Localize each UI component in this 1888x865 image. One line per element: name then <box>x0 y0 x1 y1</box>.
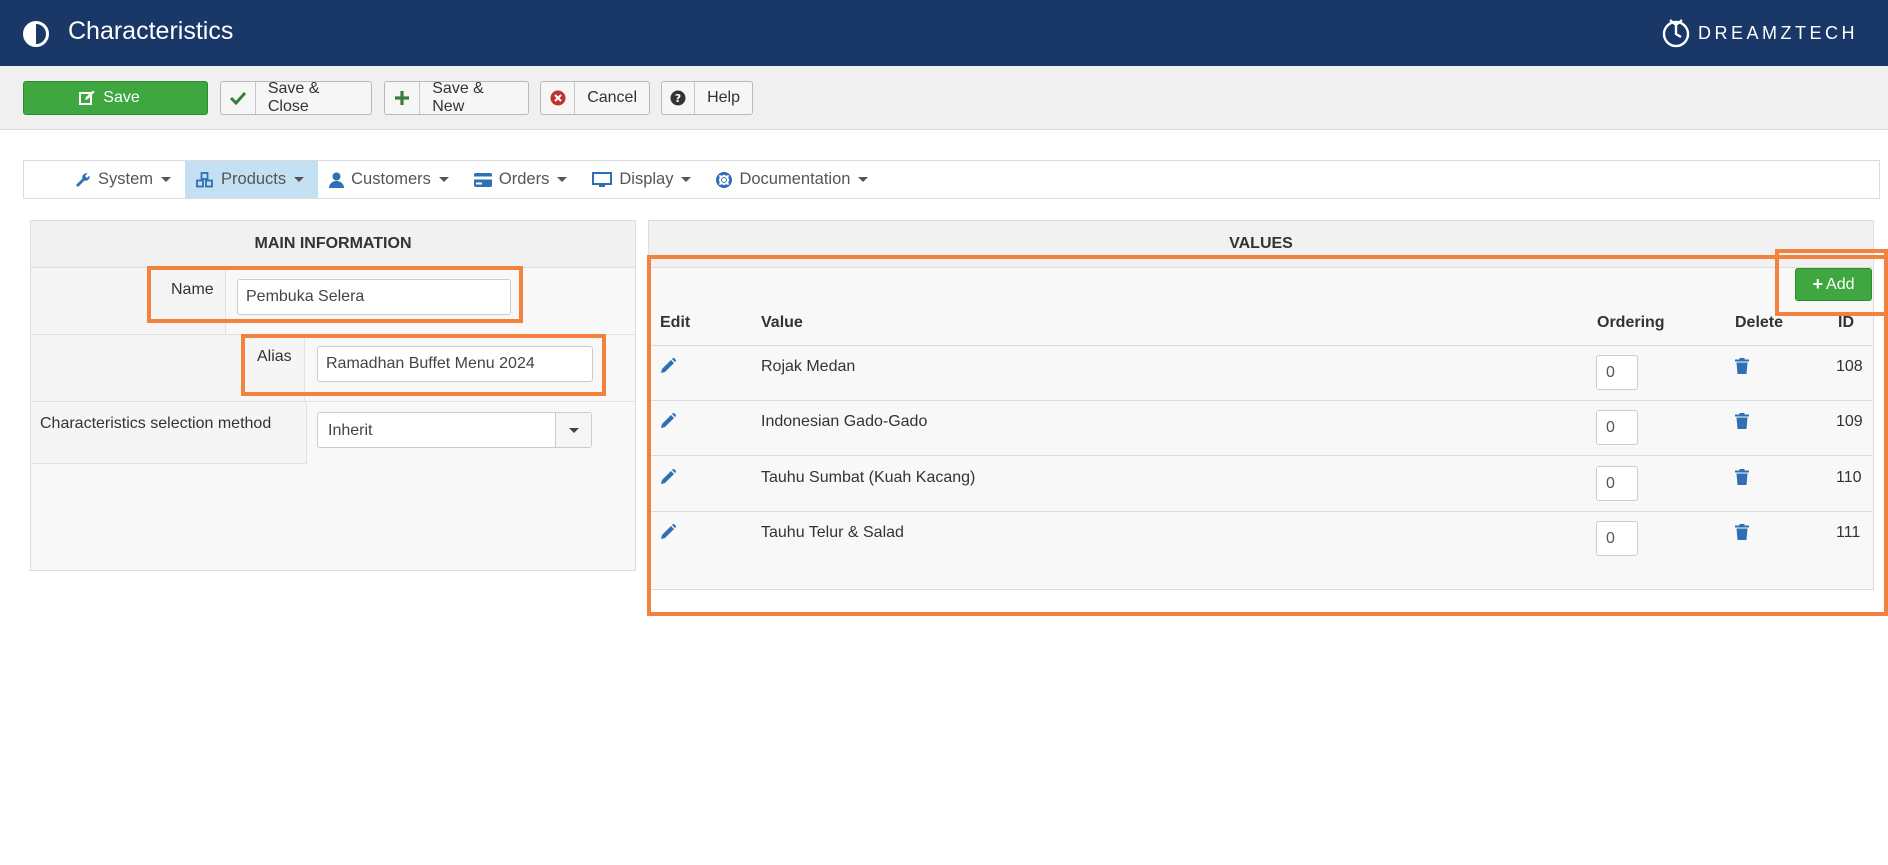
menu-label-documentation: Documentation <box>739 170 851 188</box>
lifebuoy-icon <box>716 171 733 188</box>
plus-icon <box>385 82 421 114</box>
menu-item-display[interactable]: Display <box>581 161 705 198</box>
name-input[interactable]: Pembuka Selera <box>237 279 511 315</box>
menu-item-documentation[interactable]: Documentation <box>705 161 882 198</box>
ordering-input[interactable]: 0 <box>1596 355 1638 390</box>
column-header-id: ID <box>1838 314 1854 331</box>
value-cell: Tauhu Telur & Salad <box>761 524 904 541</box>
value-cell: Tauhu Sumbat (Kuah Kacang) <box>761 469 976 486</box>
column-header-value: Value <box>761 314 803 331</box>
user-icon <box>329 172 345 188</box>
page-title: Characteristics <box>68 17 234 45</box>
name-label: Name <box>171 281 214 298</box>
pencil-icon[interactable] <box>660 358 676 374</box>
add-label: Add <box>1826 275 1855 293</box>
menu-item-system[interactable]: System <box>64 161 185 198</box>
menu-item-customers[interactable]: Customers <box>318 161 463 198</box>
add-value-button[interactable]: + Add <box>1795 268 1872 301</box>
chevron-down-icon <box>161 177 172 182</box>
id-cell: 110 <box>1836 469 1862 486</box>
ordering-input[interactable]: 0 <box>1596 521 1638 556</box>
values-heading: VALUES <box>649 221 1873 268</box>
pencil-icon[interactable] <box>660 524 676 540</box>
cubes-icon <box>196 171 214 188</box>
chevron-down-icon <box>681 177 692 182</box>
save-label: Save <box>103 89 140 106</box>
contrast-icon <box>23 21 49 47</box>
save-new-button[interactable]: Save & New <box>384 80 529 115</box>
value-cell: Rojak Medan <box>761 358 856 375</box>
selection-method-label: Characteristics selection method <box>40 415 272 432</box>
cancel-label: Cancel <box>587 89 637 106</box>
selection-method-select[interactable]: Inherit <box>317 412 592 448</box>
credit-card-icon <box>473 172 492 187</box>
menu-label-products: Products <box>221 170 287 188</box>
pencil-icon[interactable] <box>660 469 676 485</box>
column-header-ordering: Ordering <box>1597 314 1665 331</box>
menu-item-products[interactable]: Products <box>185 161 319 198</box>
trash-icon[interactable] <box>1735 358 1749 374</box>
alias-label: Alias <box>257 348 292 365</box>
brand-logo: DREAMZTECH <box>1660 16 1858 50</box>
menu-label-system: System <box>98 170 154 188</box>
trash-icon[interactable] <box>1735 524 1749 540</box>
main-menu: System Products Customers Orders Display… <box>23 160 1880 199</box>
cancel-button[interactable]: Cancel <box>540 81 650 115</box>
check-icon <box>221 82 256 114</box>
column-header-edit: Edit <box>660 314 691 331</box>
help-button[interactable]: ? Help <box>661 81 753 115</box>
plus-icon: + <box>1812 274 1824 294</box>
chevron-down-icon <box>858 177 869 182</box>
ordering-input[interactable]: 0 <box>1596 466 1638 501</box>
chevron-down-icon <box>438 177 449 182</box>
pencil-icon[interactable] <box>660 413 676 429</box>
id-cell: 111 <box>1836 524 1861 541</box>
menu-label-orders: Orders <box>498 170 550 188</box>
save-new-label: Save & New <box>432 80 484 115</box>
id-cell: 108 <box>1836 358 1863 375</box>
toolbar: Save Save & Close Save & New Cancel ? He… <box>0 66 1888 130</box>
chevron-down-icon <box>568 427 579 433</box>
help-label: Help <box>707 89 740 106</box>
main-information-heading: MAIN INFORMATION <box>31 221 635 268</box>
cancel-circle-icon <box>541 82 576 114</box>
select-dropdown-button[interactable] <box>555 413 591 447</box>
question-circle-icon: ? <box>662 82 696 114</box>
alias-label-cell <box>31 335 305 401</box>
selection-method-value: Inherit <box>328 422 373 439</box>
wrench-icon <box>75 172 91 188</box>
svg-text:?: ? <box>675 92 681 105</box>
menu-item-orders[interactable]: Orders <box>463 161 581 198</box>
dreamztech-logo-icon <box>1662 19 1690 48</box>
brand-name: DREAMZTECH <box>1698 22 1858 43</box>
column-header-delete: Delete <box>1735 314 1784 331</box>
menu-label-display: Display <box>619 170 674 188</box>
selection-method-label-cell <box>31 402 307 464</box>
id-cell: 109 <box>1836 413 1863 430</box>
app-header: Characteristics DREAMZTECH <box>0 0 1888 66</box>
ordering-input[interactable]: 0 <box>1596 410 1638 445</box>
name-label-cell <box>31 268 226 334</box>
chevron-down-icon <box>294 177 305 182</box>
trash-icon[interactable] <box>1735 413 1749 429</box>
chevron-down-icon <box>557 177 568 182</box>
edit-icon <box>79 90 95 105</box>
trash-icon[interactable] <box>1735 469 1749 485</box>
alias-input[interactable]: Ramadhan Buffet Menu 2024 <box>317 346 593 382</box>
menu-label-customers: Customers <box>351 170 431 188</box>
save-button[interactable]: Save <box>23 81 208 115</box>
save-close-label: Save & Close <box>267 80 320 115</box>
save-close-button[interactable]: Save & Close <box>220 80 372 115</box>
value-cell: Indonesian Gado-Gado <box>761 413 928 430</box>
monitor-icon <box>592 171 613 188</box>
